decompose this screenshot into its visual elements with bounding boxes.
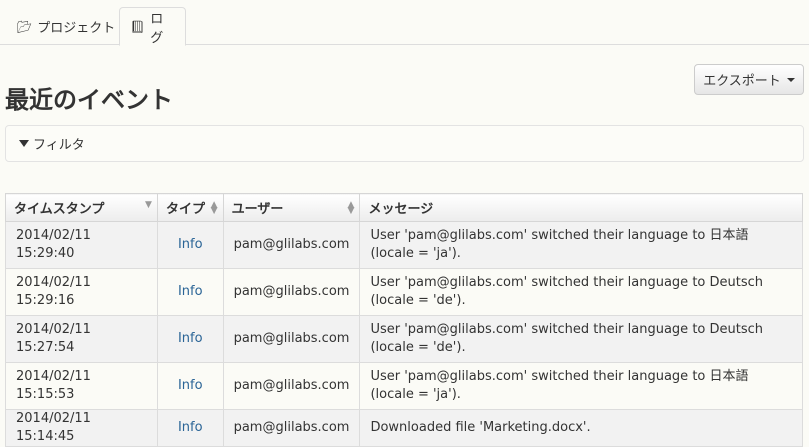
tab-projects-label: プロジェクト: [37, 21, 116, 36]
column-header-message[interactable]: メッセージ: [359, 193, 803, 222]
cell-message: User 'pam@glilabs.com' switched their la…: [359, 362, 803, 410]
book-icon: 📕︎: [130, 19, 146, 34]
cell-timestamp: 2014/02/11 15:27:54: [5, 315, 158, 363]
cell-message: User 'pam@glilabs.com' switched their la…: [359, 221, 803, 269]
filter-label: フィルタ: [33, 138, 85, 153]
table-row: 2014/02/11 15:15:53 Info pam@glilabs.com…: [5, 362, 803, 410]
cell-message: User 'pam@glilabs.com' switched their la…: [359, 315, 803, 363]
table-header-row: タイムスタンプ ▼ タイプ ▲ ▼ ユーザー ▲ ▼ メッセージ: [5, 193, 803, 222]
sort-icon: ▲ ▼: [347, 200, 355, 216]
events-table: タイムスタンプ ▼ タイプ ▲ ▼ ユーザー ▲ ▼ メッセージ 2014/02/1…: [5, 193, 803, 447]
cell-type: Info: [156, 315, 224, 363]
table-row: 2014/02/11 15:14:45 Info pam@glilabs.com…: [5, 409, 803, 447]
page-title: 最近のイベント: [5, 86, 173, 114]
table-row: 2014/02/11 15:29:40 Info pam@glilabs.com…: [5, 221, 803, 269]
cell-message: Downloaded file 'Marketing.docx'.: [359, 409, 803, 447]
cell-user: pam@glilabs.com: [222, 409, 361, 447]
table-row: 2014/02/11 15:29:16 Info pam@glilabs.com…: [5, 268, 803, 316]
column-header-type[interactable]: タイプ ▲ ▼: [156, 193, 224, 222]
cell-type: Info: [156, 268, 224, 316]
sort-icon: ▲ ▼: [210, 200, 218, 216]
cell-type: Info: [156, 221, 224, 269]
filter-toggle[interactable]: フィルタ: [5, 125, 804, 162]
cell-timestamp: 2014/02/11 15:29:40: [5, 221, 158, 269]
column-header-user[interactable]: ユーザー ▲ ▼: [222, 193, 361, 222]
export-button-label: エクスポート: [703, 74, 781, 89]
sort-desc-icon: ▼: [145, 200, 152, 210]
cell-user: pam@glilabs.com: [222, 315, 361, 363]
table-row: 2014/02/11 15:27:54 Info pam@glilabs.com…: [5, 315, 803, 363]
tab-log-label: ログ: [150, 11, 164, 46]
cell-timestamp: 2014/02/11 15:29:16: [5, 268, 158, 316]
cell-type: Info: [156, 409, 224, 447]
cell-user: pam@glilabs.com: [222, 268, 361, 316]
tab-bar: 📂︎ プロジェクト 📕︎ ログ: [0, 0, 809, 46]
cell-user: pam@glilabs.com: [222, 362, 361, 410]
tab-projects[interactable]: 📂︎ プロジェクト: [7, 7, 125, 46]
column-header-timestamp[interactable]: タイムスタンプ ▼: [5, 193, 158, 222]
cell-type: Info: [156, 362, 224, 410]
caret-down-icon: [786, 77, 795, 82]
filter-icon: [19, 140, 29, 147]
cell-user: pam@glilabs.com: [222, 221, 361, 269]
tab-log[interactable]: 📕︎ ログ: [119, 7, 186, 46]
export-dropdown-button[interactable]: エクスポート: [694, 64, 804, 95]
folder-open-icon: 📂︎: [17, 19, 33, 34]
cell-timestamp: 2014/02/11 15:14:45: [5, 409, 158, 447]
cell-timestamp: 2014/02/11 15:15:53: [5, 362, 158, 410]
cell-message: User 'pam@glilabs.com' switched their la…: [359, 268, 803, 316]
